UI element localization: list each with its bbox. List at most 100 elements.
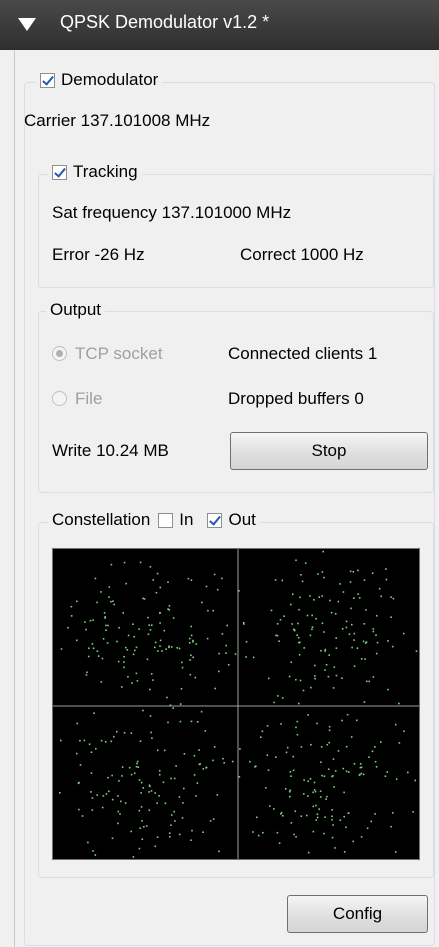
constellation-point xyxy=(179,703,182,705)
constellation-point xyxy=(257,834,260,837)
constellation-point xyxy=(76,722,79,725)
constellation-point xyxy=(125,646,127,649)
constellation-point xyxy=(363,623,366,625)
constellation-point xyxy=(172,617,175,619)
constellation-point xyxy=(341,719,343,722)
constellation-point xyxy=(334,613,337,615)
constellation-point xyxy=(130,830,132,833)
constellation-point xyxy=(273,701,275,704)
constellation-point xyxy=(293,628,295,631)
tcp-socket-radio[interactable]: TCP socket xyxy=(52,344,163,364)
config-button[interactable]: Config xyxy=(287,895,428,933)
constellation-point xyxy=(91,809,94,811)
constellation-point xyxy=(372,630,375,633)
out-checkbox[interactable] xyxy=(207,512,223,528)
constellation-point xyxy=(200,710,203,713)
constellation-point xyxy=(221,577,223,580)
constellation-point xyxy=(178,647,181,650)
constellation-point xyxy=(130,773,133,776)
panel-titlebar[interactable]: QPSK Demodulator v1.2 * xyxy=(0,0,439,50)
constellation-point xyxy=(375,615,378,617)
constellation-point xyxy=(196,721,199,723)
constellation-point xyxy=(101,657,104,660)
constellation-point xyxy=(368,680,370,683)
constellation-point xyxy=(158,795,160,797)
constellation-point xyxy=(385,568,387,570)
constellation-point xyxy=(88,743,91,745)
constellation-point xyxy=(159,586,162,589)
constellation-point xyxy=(346,713,349,716)
constellation-point xyxy=(414,779,416,782)
constellation-point xyxy=(154,845,157,848)
constellation-point xyxy=(78,808,80,811)
constellation-point xyxy=(149,715,152,717)
constellation-point xyxy=(96,601,98,604)
constellation-point xyxy=(347,812,350,814)
constellation-point xyxy=(165,648,167,650)
constellation-point xyxy=(145,825,148,827)
stop-button[interactable]: Stop xyxy=(230,432,428,470)
constellation-point xyxy=(343,815,345,818)
constellation-point xyxy=(113,603,115,606)
collapse-arrow-icon[interactable] xyxy=(18,18,36,31)
constellation-point xyxy=(284,788,287,790)
constellation-point xyxy=(136,680,139,682)
constellation-point xyxy=(193,754,196,757)
constellation-point xyxy=(139,827,141,829)
constellation-point xyxy=(353,639,355,641)
constellation-point xyxy=(304,562,307,564)
constellation-point xyxy=(281,579,284,582)
constellation-point xyxy=(141,820,143,822)
file-radio-button[interactable] xyxy=(52,391,67,406)
constellation-point xyxy=(100,681,103,683)
constellation-point xyxy=(398,742,401,744)
constellation-point xyxy=(318,808,320,810)
constellation-point xyxy=(159,639,162,642)
file-radio[interactable]: File xyxy=(52,389,102,409)
constellation-point xyxy=(238,776,241,778)
constellation-point xyxy=(356,719,358,722)
tracking-checkbox-box[interactable] xyxy=(52,164,67,180)
constellation-point xyxy=(314,675,316,677)
constellation-point xyxy=(371,750,374,753)
constellation-point xyxy=(360,836,363,838)
constellation-point xyxy=(159,622,161,624)
constellation-point xyxy=(390,596,392,598)
constellation-point xyxy=(218,652,220,655)
constellation-point xyxy=(335,647,338,649)
demodulator-checkbox-box[interactable] xyxy=(40,72,55,88)
constellation-point xyxy=(386,771,388,773)
constellation-point xyxy=(332,758,335,760)
constellation-point xyxy=(384,775,387,777)
constellation-point xyxy=(169,704,172,706)
constellation-point xyxy=(225,652,227,654)
constellation-plot xyxy=(52,548,420,860)
constellation-point xyxy=(252,831,254,833)
constellation-point xyxy=(297,622,299,625)
constellation-point xyxy=(188,642,191,644)
constellation-point xyxy=(227,664,230,666)
tcp-socket-radio-button[interactable] xyxy=(52,346,67,361)
constellation-point xyxy=(395,778,398,780)
constellation-point xyxy=(90,791,92,793)
constellation-point xyxy=(188,637,191,640)
constellation-point xyxy=(363,701,366,703)
constellation-point xyxy=(138,847,141,850)
in-checkbox[interactable] xyxy=(158,512,174,528)
constellation-point xyxy=(319,796,322,798)
constellation-point xyxy=(117,822,119,825)
constellation-point xyxy=(311,614,313,617)
file-label: File xyxy=(75,389,103,408)
constellation-canvas xyxy=(53,549,419,859)
constellation-point xyxy=(167,581,169,583)
constellation-point xyxy=(348,771,350,773)
constellation-point xyxy=(415,650,418,652)
constellation-point xyxy=(70,605,73,608)
constellation-point xyxy=(274,579,277,581)
constellation-point xyxy=(156,802,158,804)
constellation-point xyxy=(128,766,131,769)
demodulator-checkbox[interactable]: Demodulator xyxy=(36,70,163,90)
tracking-checkbox[interactable]: Tracking xyxy=(48,162,142,182)
constellation-point xyxy=(150,790,153,792)
constellation-point xyxy=(331,809,333,811)
